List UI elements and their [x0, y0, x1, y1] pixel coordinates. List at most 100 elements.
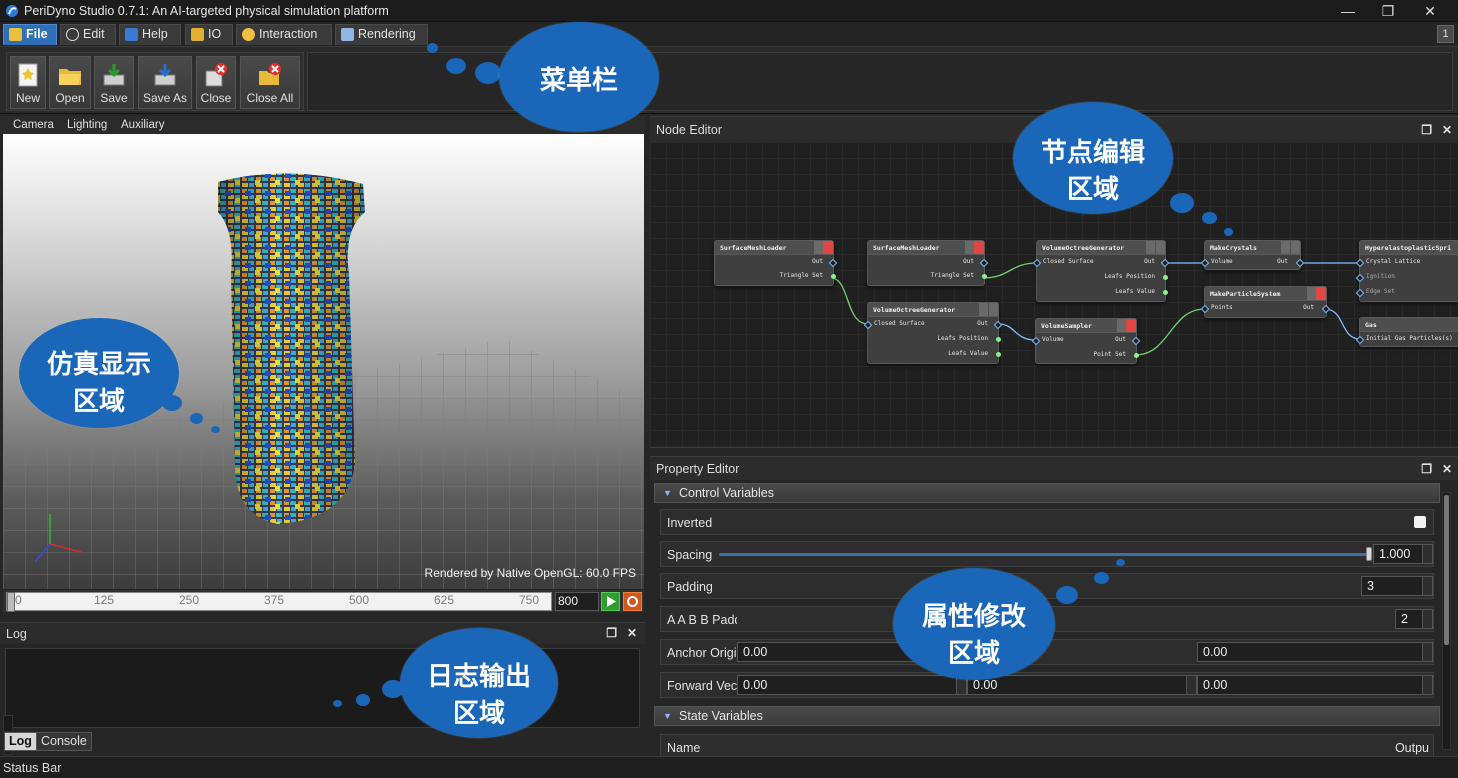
auxiliary-menu[interactable]: Auxiliary: [121, 119, 164, 131]
save-as-label: Save As: [142, 91, 188, 105]
output-pin[interactable]: [1163, 290, 1168, 295]
node-volume-octree-generator-1[interactable]: VolumeOctreeGenerator Closed Surface Out…: [1032, 240, 1170, 302]
node-volume-sampler[interactable]: VolumeSampler Volume Out Point Set: [1031, 318, 1141, 364]
forward-x-input[interactable]: 0.00: [737, 675, 967, 695]
render-info: Rendered by Native OpenGL: 60.0 FPS: [424, 566, 636, 580]
output-pin[interactable]: [982, 274, 987, 279]
control-variables-section[interactable]: ▼ Control Variables: [654, 483, 1440, 503]
output-pin[interactable]: [996, 337, 1001, 342]
port-label: Ignition: [1366, 273, 1395, 280]
minimize-icon[interactable]: —: [1336, 2, 1360, 20]
callout-menu-bar: 菜单栏: [499, 22, 659, 132]
scrollbar-thumb[interactable]: [1444, 495, 1449, 645]
aabb-padding-input[interactable]: 2: [1395, 609, 1433, 629]
save-icon: [103, 64, 125, 86]
status-text: Status Bar: [3, 761, 62, 775]
output-pin[interactable]: [1134, 353, 1139, 358]
output-pin[interactable]: [996, 352, 1001, 357]
save-button[interactable]: Save: [94, 56, 134, 109]
close-icon[interactable]: ✕: [1442, 123, 1452, 137]
spin-arrows-icon[interactable]: [1422, 676, 1432, 694]
section-title: State Variables: [679, 709, 763, 723]
port-label: Leafs Value: [1115, 288, 1155, 295]
anchor-z-input[interactable]: 0.00: [1197, 642, 1433, 662]
callout-dot: [162, 395, 182, 411]
node-gas[interactable]: Gas Initial Gas Particles(s): [1355, 317, 1458, 347]
log-panel-header: Log ❐ ✕: [0, 622, 645, 644]
spin-arrows-icon[interactable]: [1422, 577, 1432, 595]
float-icon[interactable]: ❐: [606, 626, 617, 640]
float-icon[interactable]: ❐: [1421, 462, 1432, 476]
maximize-icon[interactable]: ❐: [1376, 2, 1400, 20]
spin-arrows-icon[interactable]: [1422, 545, 1432, 563]
close-icon[interactable]: ✕: [1442, 462, 1452, 476]
close-icon[interactable]: ✕: [627, 626, 637, 640]
padding-value: 3: [1367, 579, 1374, 593]
name-value[interactable]: Outpu: [1395, 741, 1429, 755]
tab-file[interactable]: File: [3, 24, 57, 45]
close-button[interactable]: Close: [196, 56, 236, 109]
frame-count-input[interactable]: 800: [555, 592, 599, 611]
port-label: Out: [812, 258, 823, 265]
tab-interaction[interactable]: Interaction: [236, 24, 332, 45]
reset-button[interactable]: [623, 592, 642, 611]
forward-y-input[interactable]: 0.00: [967, 675, 1197, 695]
forward-z-input[interactable]: 0.00: [1197, 675, 1433, 695]
property-scrollbar[interactable]: [1442, 492, 1451, 750]
close-file-icon: [205, 63, 227, 87]
node-make-particle-system[interactable]: MakeParticleSystem Points Out: [1200, 286, 1331, 318]
node-volume-octree-generator-2[interactable]: VolumeOctreeGenerator Closed Surface Out…: [863, 302, 1003, 364]
timeline-slider[interactable]: 0 125 250 375 500 625 750: [6, 592, 552, 612]
node-hyperelastoplastic-spring[interactable]: HyperelastoplasticSpri Crystal Lattice I…: [1355, 240, 1458, 302]
open-button[interactable]: Open: [49, 56, 91, 109]
new-button[interactable]: New: [10, 56, 46, 109]
port-label: Triangle Set: [930, 272, 974, 279]
aabb-value: 2: [1401, 612, 1408, 626]
tab-edit[interactable]: Edit: [60, 24, 116, 45]
callout-dot: [333, 700, 342, 707]
state-variables-section[interactable]: ▼ State Variables: [654, 706, 1440, 726]
callout-dot: [211, 426, 220, 433]
page-indicator[interactable]: 1: [1437, 25, 1454, 43]
tick-label: 250: [179, 593, 200, 607]
tick-label: 500: [349, 593, 370, 607]
camera-menu[interactable]: Camera: [13, 119, 54, 131]
spin-arrows-icon[interactable]: [1422, 610, 1432, 628]
callout-text: 属性修改: [921, 602, 1026, 632]
float-icon[interactable]: ❐: [1421, 123, 1432, 137]
close-icon[interactable]: ✕: [1418, 2, 1442, 20]
output-pin[interactable]: [831, 274, 836, 279]
open-label: Open: [55, 91, 85, 105]
inverted-checkbox[interactable]: [1414, 516, 1426, 528]
node-make-crystals[interactable]: MakeCrystals Volume Out: [1200, 240, 1305, 270]
menu-bar: File Edit Help IO Interaction Rendering …: [0, 22, 1458, 46]
spacing-slider-track[interactable]: [719, 553, 1369, 556]
lighting-menu[interactable]: Lighting: [67, 119, 107, 131]
save-as-button[interactable]: Save As: [138, 56, 192, 109]
callout-log-output: 日志输出 区域: [400, 628, 558, 738]
close-all-button[interactable]: Close All: [240, 56, 300, 109]
output-pin[interactable]: [1163, 275, 1168, 280]
spacing-input[interactable]: 1.000: [1373, 544, 1433, 564]
node-title: MakeCrystals: [1210, 244, 1257, 252]
spin-arrows-icon[interactable]: [1186, 676, 1196, 694]
tab-help[interactable]: Help: [119, 24, 181, 45]
book-icon: [125, 28, 138, 41]
port-label: Out: [1115, 336, 1126, 343]
spin-arrows-icon[interactable]: [1422, 643, 1432, 661]
callout-dot: [190, 413, 203, 424]
callout-text: 区域: [452, 699, 505, 729]
tab-log[interactable]: Log: [4, 732, 37, 751]
log-tabs: Log Console: [0, 731, 645, 753]
padding-input[interactable]: 3: [1361, 576, 1433, 596]
gear-icon: [66, 28, 79, 41]
tab-console[interactable]: Console: [36, 732, 92, 751]
callout-dot: [382, 680, 404, 698]
play-button[interactable]: [601, 592, 620, 611]
timeline-handle[interactable]: [7, 592, 15, 612]
node-surface-mesh-loader-2[interactable]: SurfaceMeshLoader Out Triangle Set: [867, 240, 989, 286]
tab-io[interactable]: IO: [185, 24, 233, 45]
tab-rendering[interactable]: Rendering: [335, 24, 428, 45]
node-surface-mesh-loader-1[interactable]: SurfaceMeshLoader Out Triangle Set: [714, 240, 838, 286]
spacing-slider-handle[interactable]: [1366, 547, 1372, 561]
